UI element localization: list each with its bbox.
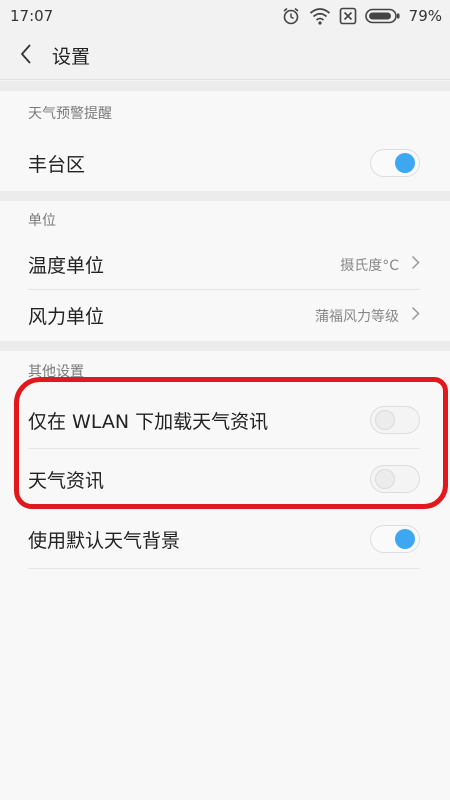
- status-bar: 17:07 79%: [0, 0, 450, 32]
- setting-row-weather-news[interactable]: 天气资讯: [0, 449, 450, 509]
- toggle-knob: [375, 410, 395, 430]
- alarm-icon: [281, 6, 301, 26]
- chevron-left-icon: [19, 43, 33, 69]
- section-other-settings: 其他设置 仅在 WLAN 下加载天气资讯 天气资讯 使用默认天气背景: [0, 351, 450, 800]
- setting-row-fengtai[interactable]: 丰台区: [0, 135, 450, 191]
- setting-row-temperature-unit[interactable]: 温度单位 摄氏度°C: [0, 239, 450, 290]
- app-header: 设置: [0, 32, 450, 80]
- setting-label: 使用默认天气背景: [28, 529, 181, 552]
- section-header-alerts: 天气预警提醒: [28, 106, 112, 122]
- setting-row-wlan-only[interactable]: 仅在 WLAN 下加载天气资讯: [0, 391, 450, 449]
- default-background-toggle[interactable]: [370, 525, 420, 553]
- section-units: 单位 温度单位 摄氏度°C 风力单位 蒲福风力等级: [0, 201, 450, 341]
- wifi-icon: [309, 7, 331, 25]
- chevron-right-icon: [411, 306, 420, 325]
- toggle-knob: [395, 529, 415, 549]
- setting-label: 风力单位: [28, 306, 105, 328]
- wlan-only-toggle[interactable]: [370, 406, 420, 434]
- chevron-right-icon: [411, 255, 420, 274]
- back-button[interactable]: [0, 32, 52, 80]
- setting-row-default-background[interactable]: 使用默认天气背景: [0, 509, 450, 569]
- status-time: 17:07: [10, 7, 54, 25]
- temperature-unit-value: 摄氏度°C: [340, 257, 399, 274]
- status-icons: 79%: [281, 6, 442, 26]
- setting-label: 天气资讯: [28, 469, 105, 492]
- toggle-knob: [395, 153, 415, 173]
- setting-label: 温度单位: [28, 255, 105, 277]
- setting-row-wind-unit[interactable]: 风力单位 蒲福风力等级: [0, 290, 450, 341]
- toggle-knob: [375, 469, 395, 489]
- setting-value: 摄氏度°C: [340, 255, 420, 275]
- battery-percent: 79%: [408, 7, 442, 25]
- section-spacer: [0, 81, 450, 91]
- section-weather-alerts: 天气预警提醒 丰台区: [0, 91, 450, 191]
- fengtai-alert-toggle[interactable]: [370, 149, 420, 177]
- setting-value: 蒲福风力等级: [315, 306, 420, 326]
- setting-label: 仅在 WLAN 下加载天气资讯: [28, 410, 269, 433]
- section-spacer: [0, 341, 450, 351]
- section-spacer: [0, 191, 450, 201]
- weather-news-toggle[interactable]: [370, 465, 420, 493]
- section-header-units: 单位: [28, 213, 56, 229]
- section-header-other: 其他设置: [28, 364, 84, 380]
- setting-label: 丰台区: [28, 153, 86, 176]
- wind-unit-value: 蒲福风力等级: [315, 308, 399, 325]
- sim-off-icon: [339, 7, 357, 25]
- page-title: 设置: [52, 46, 91, 68]
- battery-icon: [364, 8, 401, 24]
